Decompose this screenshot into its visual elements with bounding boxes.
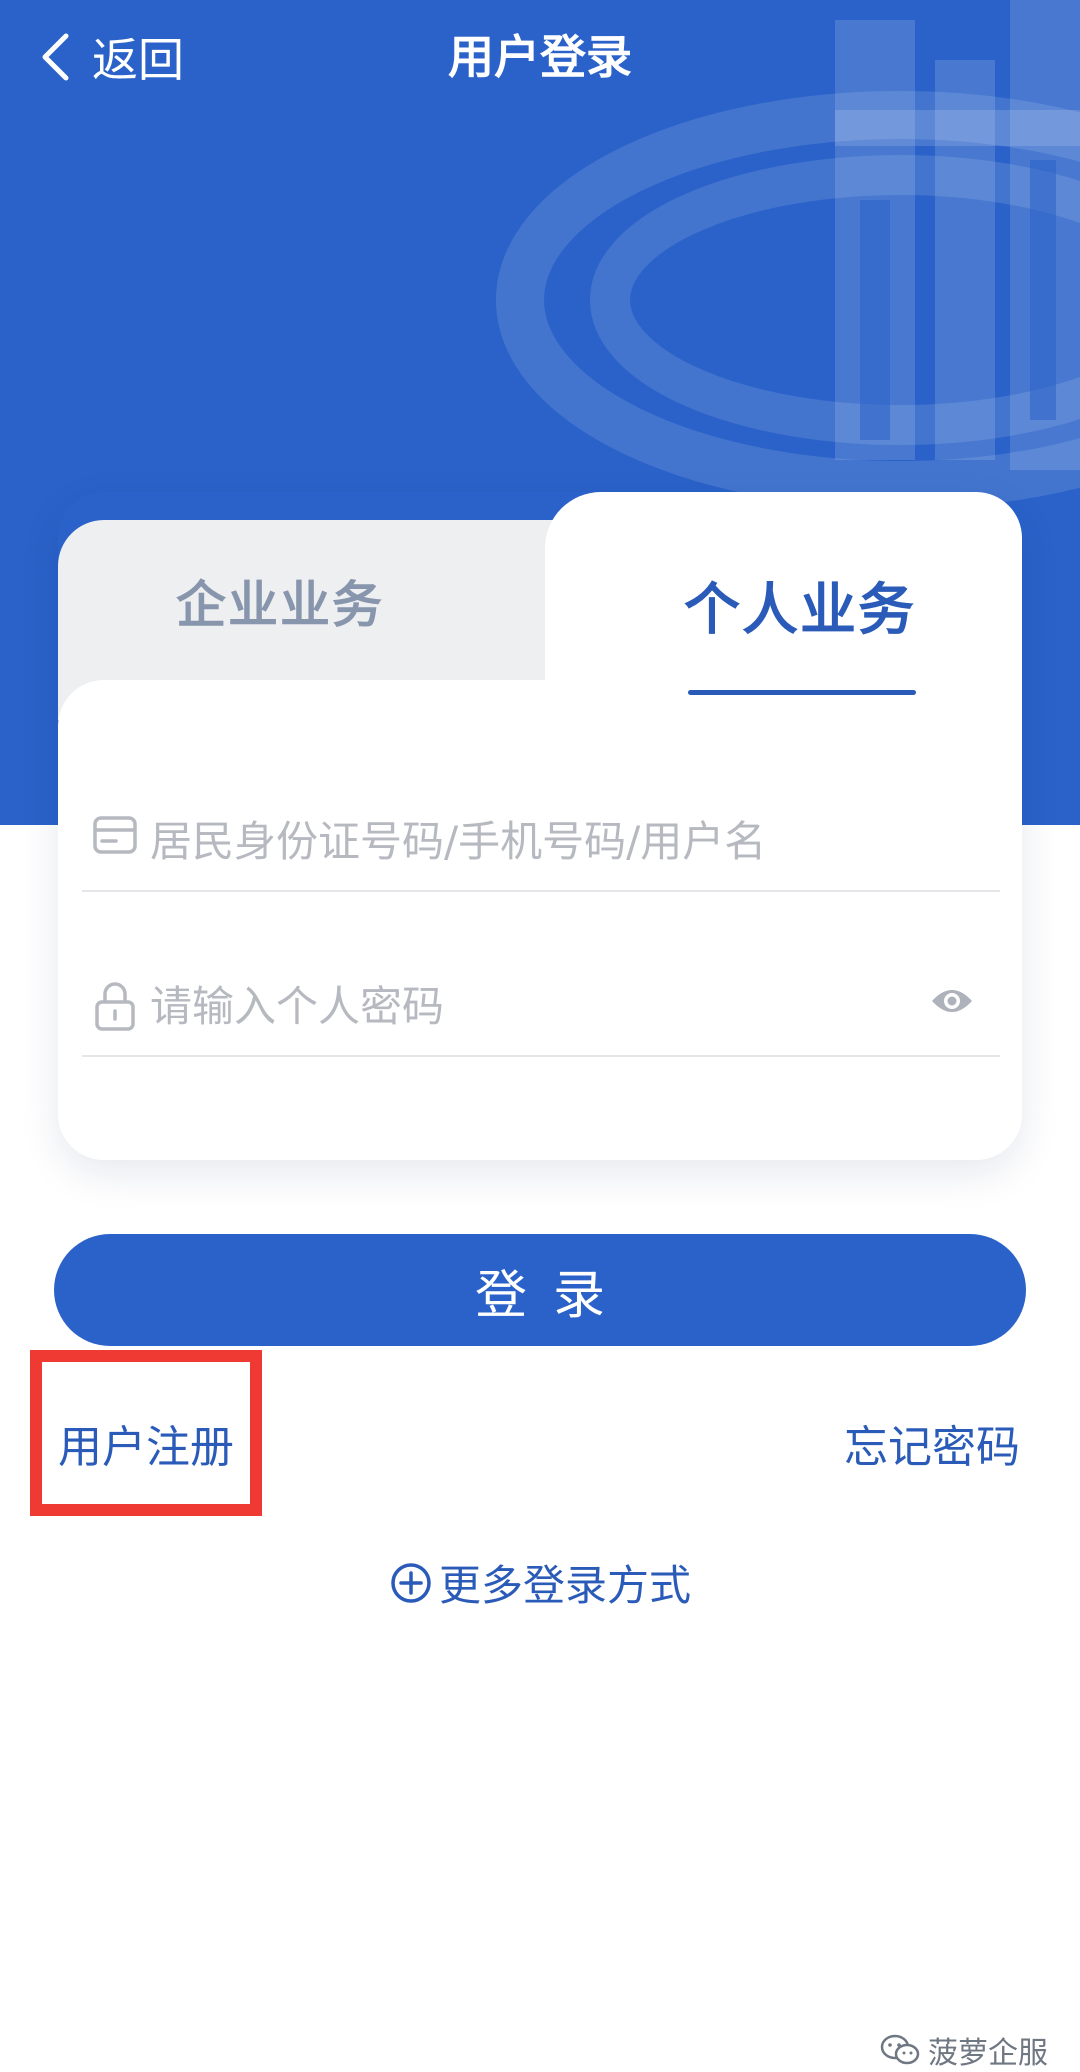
- id-field: [82, 790, 1000, 892]
- highlight-annotation-box: [30, 1350, 262, 1516]
- more-login-row: 更多登录方式: [0, 1552, 1080, 1613]
- forgot-password-link[interactable]: 忘记密码: [844, 1418, 1020, 1478]
- more-login-label: 更多登录方式: [438, 1561, 691, 1610]
- watermark: 菠萝企服: [880, 2028, 1048, 2072]
- wechat-icon: [880, 2034, 920, 2065]
- active-tab-indicator: [688, 690, 916, 695]
- login-card: [58, 680, 1022, 1160]
- eye-icon[interactable]: [930, 985, 974, 1017]
- plus-circle-icon: [391, 1562, 431, 1603]
- password-input[interactable]: [148, 973, 912, 1039]
- lock-icon: [95, 982, 135, 1031]
- password-field: [82, 955, 1000, 1057]
- login-button[interactable]: 登录: [54, 1234, 1026, 1346]
- id-card-icon: [93, 816, 137, 854]
- login-page: 返回 用户登录 企业业务 个人业务 登录 用户注册 忘记密码: [0, 0, 1080, 2072]
- back-button[interactable]: 返回: [40, 22, 184, 92]
- watermark-text: 菠萝企服: [928, 2036, 1048, 2071]
- tab-personal[interactable]: 个人业务: [640, 565, 960, 646]
- tab-enterprise[interactable]: 企业业务: [120, 565, 440, 637]
- back-label: 返回: [92, 33, 184, 87]
- id-input[interactable]: [148, 808, 912, 874]
- chevron-left-icon: [42, 33, 69, 81]
- more-login-button[interactable]: 更多登录方式: [389, 1552, 691, 1613]
